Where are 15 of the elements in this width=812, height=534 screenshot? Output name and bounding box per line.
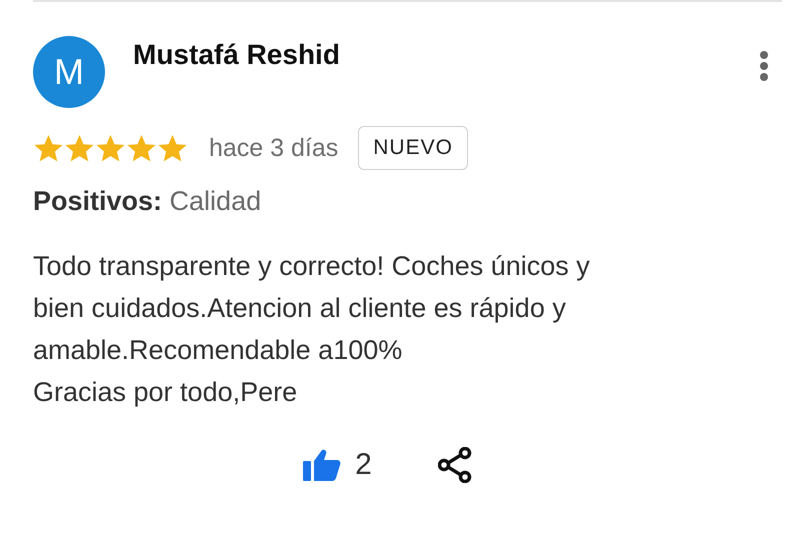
review-highlight: Positivos: Calidad [33, 186, 262, 217]
share-icon[interactable] [438, 447, 472, 483]
star-icon [126, 132, 157, 164]
star-icon [64, 132, 95, 164]
new-badge: NUEVO [358, 126, 468, 170]
star-icon [95, 132, 126, 164]
thumbs-up-icon [303, 449, 342, 481]
like-button[interactable]: 2 [303, 448, 372, 482]
review-time: hace 3 días [209, 134, 338, 162]
star-icon [33, 132, 64, 164]
more-options-icon[interactable] [759, 50, 769, 82]
star-icon [157, 132, 188, 164]
author-name: Mustafá Reshid [133, 39, 341, 71]
review-text: Todo transparente y correcto! Coches únicos y bien cuidados.Atencion al cliente es rápido y amable.Recomendable a100% Gracias por todo,Pere [33, 250, 591, 409]
user-avatar: M [33, 36, 105, 108]
